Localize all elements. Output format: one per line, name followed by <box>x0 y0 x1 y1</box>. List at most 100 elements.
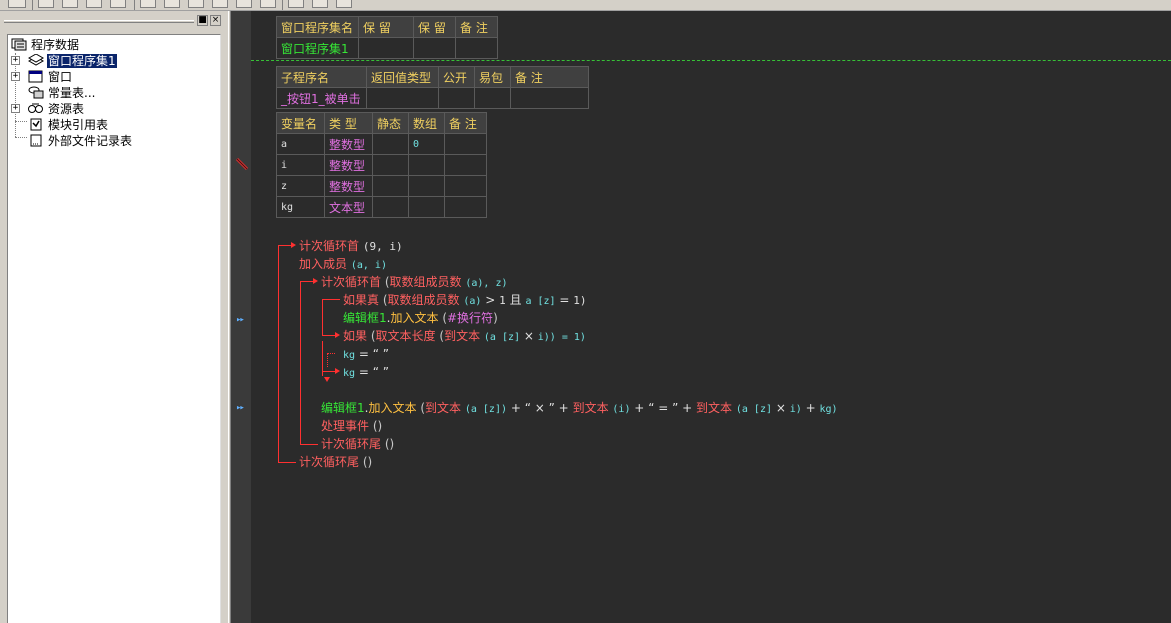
toolbar-separator <box>282 0 283 10</box>
table-cell[interactable] <box>408 196 445 218</box>
var-type-cell[interactable]: 整数型 <box>324 154 373 176</box>
toolbar-button[interactable] <box>110 0 126 8</box>
var-name-cell[interactable]: kg <box>276 196 325 218</box>
code-line[interactable]: 编辑框1.加入文本 (#换行符) <box>343 310 498 326</box>
tree-item-constants[interactable]: 常量表... <box>28 85 96 100</box>
breakpoint-marker[interactable]: ▸▸ <box>236 403 245 413</box>
table-cell[interactable] <box>366 87 439 109</box>
var-type-cell[interactable]: 文本型 <box>324 196 373 218</box>
variable-name: kg <box>343 350 356 361</box>
code-line[interactable]: kg = “ ” <box>343 346 389 362</box>
table-cell[interactable] <box>408 175 445 197</box>
code-line[interactable]: 计次循环首 (9, i) <box>299 238 403 254</box>
constant-icon <box>28 86 44 99</box>
toolbar-button[interactable] <box>86 0 102 8</box>
toolbar-button[interactable] <box>212 0 228 8</box>
tree-item-module-ref[interactable]: 模块引用表 <box>28 117 109 132</box>
flow-arrow <box>335 368 340 374</box>
code-editor[interactable]: 窗口程序集名 保 留 保 留 备 注 窗口程序集1 子程序名 返回值类型 公开 … <box>251 11 1171 623</box>
expand-icon[interactable]: + <box>11 104 20 113</box>
table-header: 返回值类型 <box>366 66 439 88</box>
code-line[interactable]: 编辑框1.加入文本 (到文本 (a [z]) + “ × ” + 到文本 (i)… <box>321 400 838 416</box>
maximize-icon[interactable]: ■ <box>197 15 208 26</box>
table-cell[interactable] <box>444 133 487 155</box>
subroutine-name-cell[interactable]: _按钮1_被单击 <box>276 87 367 109</box>
tree-root[interactable]: 程序数据 <box>11 37 80 52</box>
var-type-cell[interactable]: 整数型 <box>324 133 373 155</box>
code-line[interactable]: 计次循环首 (取数组成员数 (a), z) <box>321 274 508 290</box>
assembly-name-cell[interactable]: 窗口程序集1 <box>276 37 359 59</box>
string-literal: “ ” <box>372 347 390 361</box>
table-cell[interactable] <box>474 87 511 109</box>
command-name: 加入成员 <box>299 257 348 271</box>
toolbar-button[interactable] <box>312 0 328 8</box>
expand-icon[interactable]: + <box>11 56 20 65</box>
toolbar-button[interactable] <box>38 0 54 8</box>
operator: = <box>358 365 369 379</box>
assembly-table: 窗口程序集名 保 留 保 留 备 注 窗口程序集1 <box>276 16 498 59</box>
toolbar-button[interactable] <box>288 0 304 8</box>
toolbar <box>0 0 1171 11</box>
number-literal: 1 <box>499 294 506 307</box>
toolbar-button[interactable] <box>62 0 78 8</box>
var-type-cell[interactable]: 整数型 <box>324 175 373 197</box>
var-name-cell[interactable]: a <box>276 133 325 155</box>
var-array-cell[interactable]: 0 <box>408 133 445 155</box>
toolbar-button[interactable] <box>260 0 276 8</box>
var-name-cell[interactable]: i <box>276 154 325 176</box>
tree-item-resources[interactable]: + 资源表 <box>11 101 85 116</box>
program-data-icon <box>11 38 27 51</box>
tree-item-file-record[interactable]: 外部文件记录表 <box>28 133 133 148</box>
code-line[interactable]: kg = “ ” <box>343 364 389 380</box>
array-ref: a [z] <box>525 296 556 307</box>
variable-name: kg <box>343 368 356 379</box>
code-args: (i) <box>612 404 631 415</box>
toolbar-button[interactable] <box>336 0 352 8</box>
code-line[interactable]: 如果真 (取数组成员数 (a) > 1 且 a [z] = 1) <box>343 292 587 308</box>
tree-item-label: 窗口 <box>48 69 73 84</box>
flow-line <box>322 299 340 300</box>
table-cell[interactable] <box>372 175 409 197</box>
table-header: 保 留 <box>413 16 456 38</box>
code-args: i) <box>789 404 802 415</box>
table-cell[interactable] <box>372 196 409 218</box>
code-line[interactable]: 计次循环尾 () <box>321 436 394 452</box>
code-args: (9, i) <box>362 240 403 253</box>
table-cell[interactable] <box>413 37 456 59</box>
table-cell[interactable] <box>444 175 487 197</box>
table-cell[interactable] <box>510 87 589 109</box>
var-name-cell[interactable]: z <box>276 175 325 197</box>
flow-line <box>322 299 323 335</box>
code-line[interactable]: 如果 (取文本长度 (到文本 (a [z] × i)) = 1) <box>343 328 586 344</box>
toolbar-button[interactable] <box>236 0 252 8</box>
close-icon[interactable]: × <box>210 15 221 26</box>
expand-icon[interactable]: + <box>11 72 20 81</box>
tree-item-window[interactable]: + 窗口 <box>11 69 73 84</box>
toolbar-button[interactable] <box>8 0 26 8</box>
code-line[interactable]: 处理事件 () <box>321 418 382 434</box>
code-line[interactable]: 计次循环尾 () <box>299 454 372 470</box>
toolbar-button[interactable] <box>188 0 204 8</box>
code-args: (a [z] <box>735 404 772 415</box>
module-ref-icon <box>28 118 44 131</box>
breakpoint-marker[interactable]: ▸▸ <box>236 315 245 325</box>
tree-item-assembly[interactable]: + 窗口程序集1 <box>11 52 118 69</box>
panel-grip[interactable] <box>4 20 194 23</box>
table-header: 窗口程序集名 <box>276 16 359 38</box>
table-header: 类 型 <box>324 112 373 134</box>
table-cell[interactable] <box>372 133 409 155</box>
table-cell[interactable] <box>408 154 445 176</box>
table-cell[interactable] <box>358 37 414 59</box>
toolbar-button[interactable] <box>140 0 156 8</box>
toolbar-button[interactable] <box>164 0 180 8</box>
constant-arg: #换行符 <box>447 311 494 325</box>
table-cell[interactable] <box>372 154 409 176</box>
table-header: 保 留 <box>358 16 414 38</box>
table-cell[interactable] <box>444 196 487 218</box>
code-line[interactable]: 加入成员 (a, i) <box>299 256 387 272</box>
operator: = <box>559 293 570 307</box>
table-cell[interactable] <box>438 87 475 109</box>
table-cell[interactable] <box>455 37 498 59</box>
code-args: () <box>372 419 383 433</box>
table-cell[interactable] <box>444 154 487 176</box>
